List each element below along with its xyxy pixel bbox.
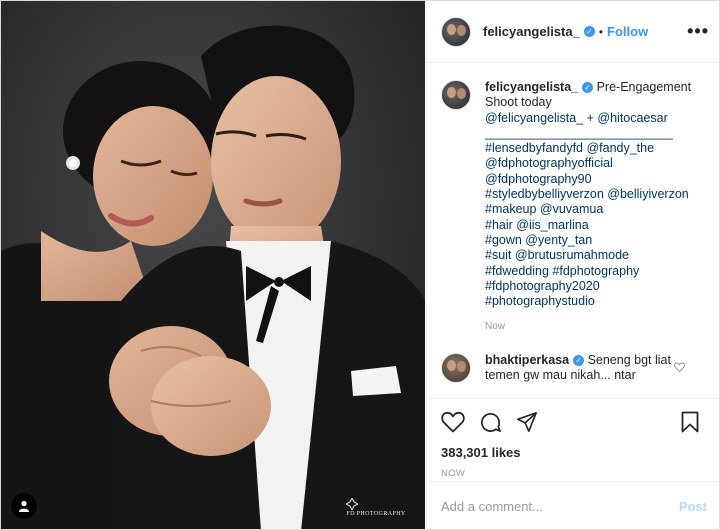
comment-input[interactable]	[441, 499, 679, 514]
bookmark-icon[interactable]	[681, 411, 699, 433]
caption-timestamp[interactable]: Now	[485, 319, 691, 334]
share-paper-plane-icon[interactable]	[516, 411, 538, 433]
caption-comment: felicyangelista_ ✓ Pre-Engagement Shoot t…	[441, 80, 707, 335]
caption-mention-line[interactable]: @felicyangelista_ + @hitocaesar	[485, 111, 691, 126]
caption-hashtag-line[interactable]: #makeup @vuvamua	[485, 202, 691, 217]
caption-hashtag-line[interactable]: #hair @iis_marlina	[485, 218, 691, 233]
likes-count[interactable]: 383,301 likes	[441, 445, 707, 460]
comment-text: Seneng bgt liat	[587, 352, 671, 367]
caption-hashtag-line[interactable]: #photographystudio	[485, 294, 691, 309]
caption-hashtag-line[interactable]: #gown @yenty_tan	[485, 233, 691, 248]
more-options-button[interactable]: •••	[687, 21, 709, 42]
comment-bubble-icon[interactable]	[479, 411, 502, 434]
caption-username[interactable]: felicyangelista_	[485, 80, 578, 94]
comment-body: bhaktiperkasa ✓ Seneng bgt liat temen gw …	[485, 353, 671, 384]
caption-hashtag-line[interactable]: #styledbybelliyverzon @belliyiverzon	[485, 187, 691, 202]
caption-body: felicyangelista_ ✓ Pre-Engagement Shoot t…	[485, 80, 691, 335]
post-timestamp[interactable]: NOW	[441, 468, 707, 479]
commenter-avatar[interactable]	[441, 352, 471, 383]
author-username[interactable]: felicyangelista_	[483, 24, 580, 39]
caption-hashtag-line[interactable]: #fdphotography2020	[485, 279, 691, 294]
add-comment-bar: Post	[427, 481, 719, 529]
caption-divider-line: ___________________________	[485, 125, 673, 140]
caption-mention-line[interactable]: @fdphotographyofficial	[485, 156, 691, 171]
verified-badge-icon: ✓	[573, 354, 585, 366]
post-comment-button[interactable]: Post	[679, 499, 707, 514]
caption-mention-line[interactable]: @fdphotography90	[485, 172, 691, 187]
couple-photo-illustration	[1, 1, 425, 529]
comment-text: temen gw mau nikah... ntar	[485, 368, 636, 383]
tagged-users-button[interactable]	[11, 493, 37, 519]
post-actions: 383,301 likes NOW	[427, 398, 719, 479]
author-avatar[interactable]	[441, 16, 471, 47]
caption-hashtag-line[interactable]: #fdwedding #fdphotography	[485, 264, 691, 279]
follow-button[interactable]: Follow	[607, 24, 648, 39]
watermark-logo-icon	[346, 498, 358, 510]
caption-author-avatar[interactable]	[441, 80, 471, 110]
photographer-watermark: FD PHOTOGRAPHY	[346, 498, 406, 517]
watermark-text: FD PHOTOGRAPHY	[346, 511, 406, 517]
comments-list[interactable]: felicyangelista_ ✓ Pre-Engagement Shoot t…	[427, 64, 719, 397]
caption-line: Shoot today	[485, 95, 552, 110]
instagram-post: FD PHOTOGRAPHY felicyangelista_ ✓ • Foll…	[0, 0, 720, 530]
post-photo[interactable]: FD PHOTOGRAPHY	[1, 1, 425, 529]
action-icons-bar	[441, 409, 707, 435]
separator-dot: •	[598, 24, 604, 39]
like-heart-icon[interactable]	[441, 411, 465, 433]
person-icon	[19, 500, 29, 512]
caption-hashtag-line[interactable]: #suit @brutusrumahmode	[485, 248, 691, 263]
post-side-panel: felicyangelista_ ✓ • Follow ••• felicyan…	[426, 1, 719, 529]
like-comment-heart-icon[interactable]	[673, 361, 686, 375]
caption-hashtag-line[interactable]: #lensedbyfandyfd @fandy_the	[485, 141, 691, 156]
verified-badge-icon: ✓	[582, 82, 594, 94]
comment-item: bhaktiperkasa ✓ Seneng bgt liat temen gw …	[441, 352, 707, 384]
verified-badge-icon: ✓	[583, 26, 595, 37]
commenter-username[interactable]: bhaktiperkasa	[485, 353, 569, 367]
post-header: felicyangelista_ ✓ • Follow •••	[427, 1, 719, 63]
caption-line: Pre-Engagement	[596, 80, 692, 94]
